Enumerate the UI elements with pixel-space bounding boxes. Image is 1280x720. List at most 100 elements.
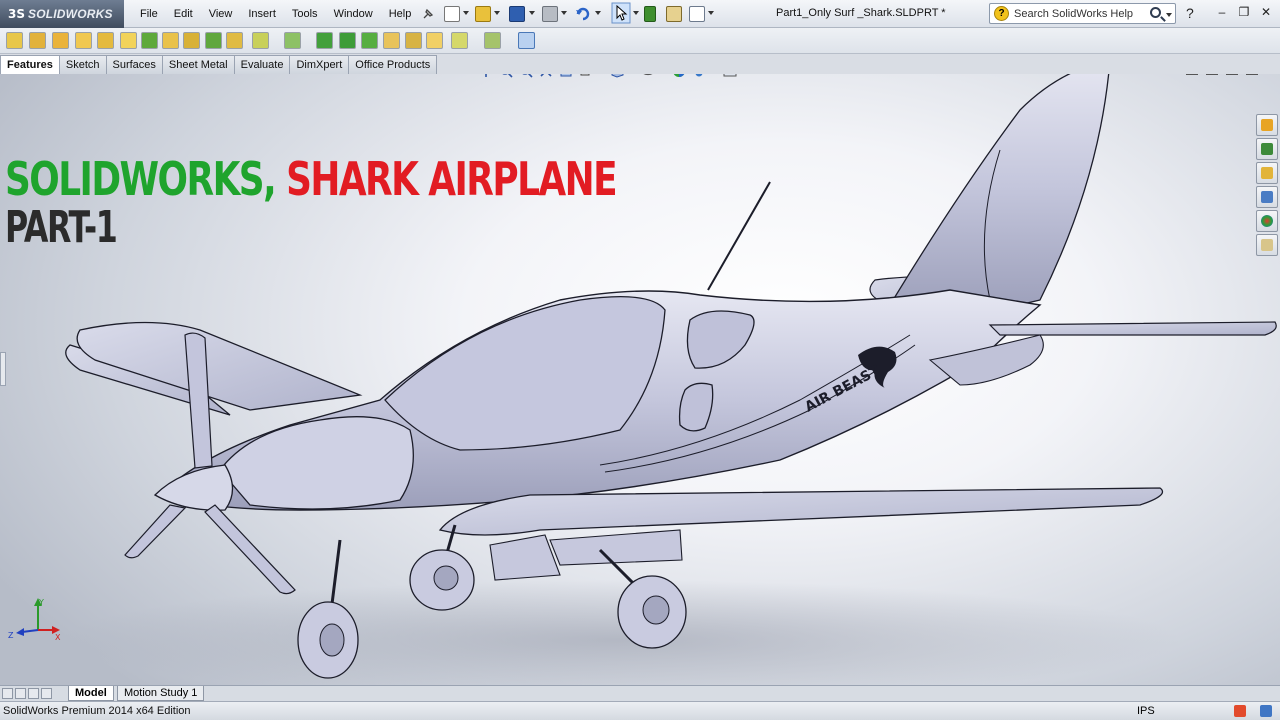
open-dropdown-arrow[interactable] [494,11,500,15]
menu-view[interactable]: View [201,8,241,20]
tab-model[interactable]: Model [68,686,114,701]
select-dropdown-arrow[interactable] [633,11,639,15]
menu-insert[interactable]: Insert [240,8,284,20]
triad-z-axis [21,629,39,633]
menu-help[interactable]: Help [381,8,420,20]
edit-appearance-icon[interactable] [672,74,686,78]
curves-icon[interactable] [484,32,501,49]
graphics-area[interactable]: AIR BEAST SOLIDWORKS, SHARK AIRPLANE PAR… [0,74,1280,686]
task-pane-custom-properties[interactable] [1256,234,1278,256]
new-dropdown-arrow[interactable] [463,11,469,15]
print-dropdown-arrow[interactable] [561,11,567,15]
menu-tools[interactable]: Tools [284,8,326,20]
viewport-restore-icon[interactable] [1226,74,1238,75]
zoom-to-fit-icon[interactable] [479,74,493,78]
pin-icon[interactable] [421,7,435,21]
tab-features[interactable]: Features [0,55,60,74]
print-icon[interactable] [542,6,558,22]
tab-sheet-metal[interactable]: Sheet Metal [161,55,235,74]
apply-scene-icon[interactable] [692,74,706,78]
help-status-icon[interactable] [1260,705,1272,717]
next-tab-button[interactable] [28,688,39,699]
intersect-icon[interactable] [405,32,422,49]
extruded-cut-icon[interactable] [120,32,137,49]
previous-tab-button[interactable] [15,688,26,699]
search-box[interactable]: ? Search SolidWorks Help [989,3,1176,24]
new-document-icon[interactable] [444,6,460,22]
boundary-boss-icon[interactable] [97,32,114,49]
options-dropdown-arrow[interactable] [708,11,714,15]
restore-button[interactable]: ❐ [1234,3,1254,21]
feature-manager-expand-handle[interactable] [0,352,6,386]
help-menu-icon[interactable]: ? [1186,5,1194,21]
search-icon[interactable] [1150,7,1161,18]
tab-surfaces[interactable]: Surfaces [105,55,163,74]
mirror-icon[interactable] [426,32,443,49]
rebuild-status-icon[interactable] [1234,705,1246,717]
zoom-in-icon[interactable] [519,74,533,78]
custom-properties-icon [1261,239,1273,251]
lofted-boss-icon[interactable] [75,32,92,49]
lofted-cut-icon[interactable] [205,32,222,49]
open-folder-icon[interactable] [475,6,491,22]
save-dropdown-arrow[interactable] [529,11,535,15]
shell-icon[interactable] [383,32,400,49]
reference-geometry-icon[interactable] [451,32,468,49]
swept-boss-icon[interactable] [52,32,69,49]
engine-cowling [219,416,414,510]
previous-view-icon[interactable] [539,74,553,78]
fillet-icon[interactable] [252,32,269,49]
hide-show-items-icon[interactable] [641,74,655,78]
save-icon[interactable] [509,6,525,22]
viewport-minimize-icon[interactable] [1206,74,1218,75]
minimize-button[interactable]: – [1212,3,1232,21]
task-pane-appearances[interactable] [1256,210,1278,232]
tab-dimxpert[interactable]: DimXpert [289,55,350,74]
tab-motion-study-1[interactable]: Motion Study 1 [117,686,205,701]
section-view-icon[interactable] [559,74,573,78]
select-pointer-icon[interactable] [611,2,631,24]
revolved-cut-icon[interactable] [162,32,179,49]
file-properties-icon[interactable] [666,6,682,22]
instant3d-icon[interactable] [518,32,535,49]
task-pane-resources[interactable] [1256,138,1278,160]
view-settings-icon[interactable] [723,74,737,78]
undo-dropdown-arrow[interactable] [595,11,601,15]
reference-triad: Y Z X [8,598,61,642]
swept-cut-icon[interactable] [183,32,200,49]
hole-wizard-icon[interactable] [141,32,158,49]
draft-icon[interactable] [361,32,378,49]
zoom-to-area-icon[interactable] [499,74,513,78]
tab-office-products[interactable]: Office Products [348,55,438,74]
close-button[interactable]: ✕ [1256,3,1276,21]
tab-sketch[interactable]: Sketch [58,55,107,74]
menu-file[interactable]: File [132,8,166,20]
viewport-close-icon[interactable] [1246,74,1258,75]
linear-pattern-icon[interactable] [284,32,301,49]
viewport-split-icon[interactable] [1186,74,1198,75]
tab-evaluate[interactable]: Evaluate [233,55,291,74]
rebuild-icon[interactable] [644,6,656,22]
task-pane-file-explorer[interactable] [1256,186,1278,208]
extruded-boss-icon[interactable] [6,32,23,49]
search-dropdown-arrow[interactable] [1166,13,1172,17]
rib-icon[interactable] [316,32,333,49]
task-pane-design-library[interactable] [1256,162,1278,184]
help-question-icon: ? [994,6,1009,21]
last-tab-button[interactable] [41,688,52,699]
solidworks-logo[interactable]: 3S SOLIDWORKS [0,0,124,28]
task-pane-home[interactable] [1256,114,1278,136]
menu-window[interactable]: Window [326,8,381,20]
revolved-boss-icon[interactable] [29,32,46,49]
wrap-icon[interactable] [339,32,356,49]
display-style-icon[interactable] [610,74,624,78]
first-tab-button[interactable] [2,688,13,699]
options-icon[interactable] [689,6,705,22]
menu-edit[interactable]: Edit [166,8,201,20]
unit-system[interactable]: IPS [1137,705,1155,717]
view-orientation-icon[interactable] [579,74,593,78]
boundary-cut-icon[interactable] [226,32,243,49]
vertical-tail [888,74,1110,313]
resources-icon [1261,143,1273,155]
undo-icon[interactable] [575,6,591,22]
